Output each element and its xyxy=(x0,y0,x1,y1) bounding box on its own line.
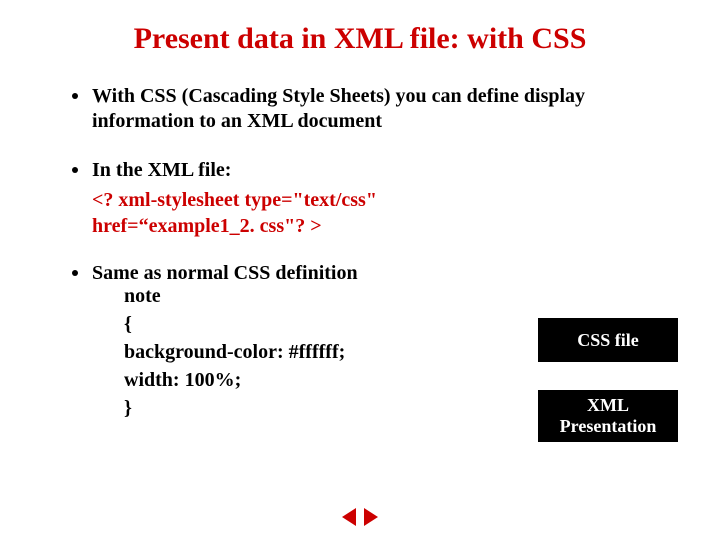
nav-controls xyxy=(342,508,378,526)
code-line: href=“example1_2. css"? > xyxy=(92,213,680,239)
bullet-dot-icon xyxy=(72,270,78,276)
css-line: note xyxy=(124,282,680,310)
bullet-item: With CSS (Cascading Style Sheets) you ca… xyxy=(72,84,680,134)
next-arrow-icon[interactable] xyxy=(364,508,378,526)
css-file-button[interactable]: CSS file xyxy=(538,318,678,362)
bullet-dot-icon xyxy=(72,93,78,99)
slide-title: Present data in XML file: with CSS xyxy=(0,0,720,68)
bullet-text: With CSS (Cascading Style Sheets) you ca… xyxy=(92,84,680,134)
code-block: <? xml-stylesheet type="text/css" href=“… xyxy=(92,187,680,239)
xml-presentation-button[interactable]: XML Presentation xyxy=(538,390,678,442)
code-line: <? xml-stylesheet type="text/css" xyxy=(92,187,680,213)
bullet-dot-icon xyxy=(72,167,78,173)
prev-arrow-icon[interactable] xyxy=(342,508,356,526)
bullet-item: In the XML file: xyxy=(72,158,680,183)
slide-content: With CSS (Cascading Style Sheets) you ca… xyxy=(0,68,720,422)
bullet-text: In the XML file: xyxy=(92,158,231,183)
